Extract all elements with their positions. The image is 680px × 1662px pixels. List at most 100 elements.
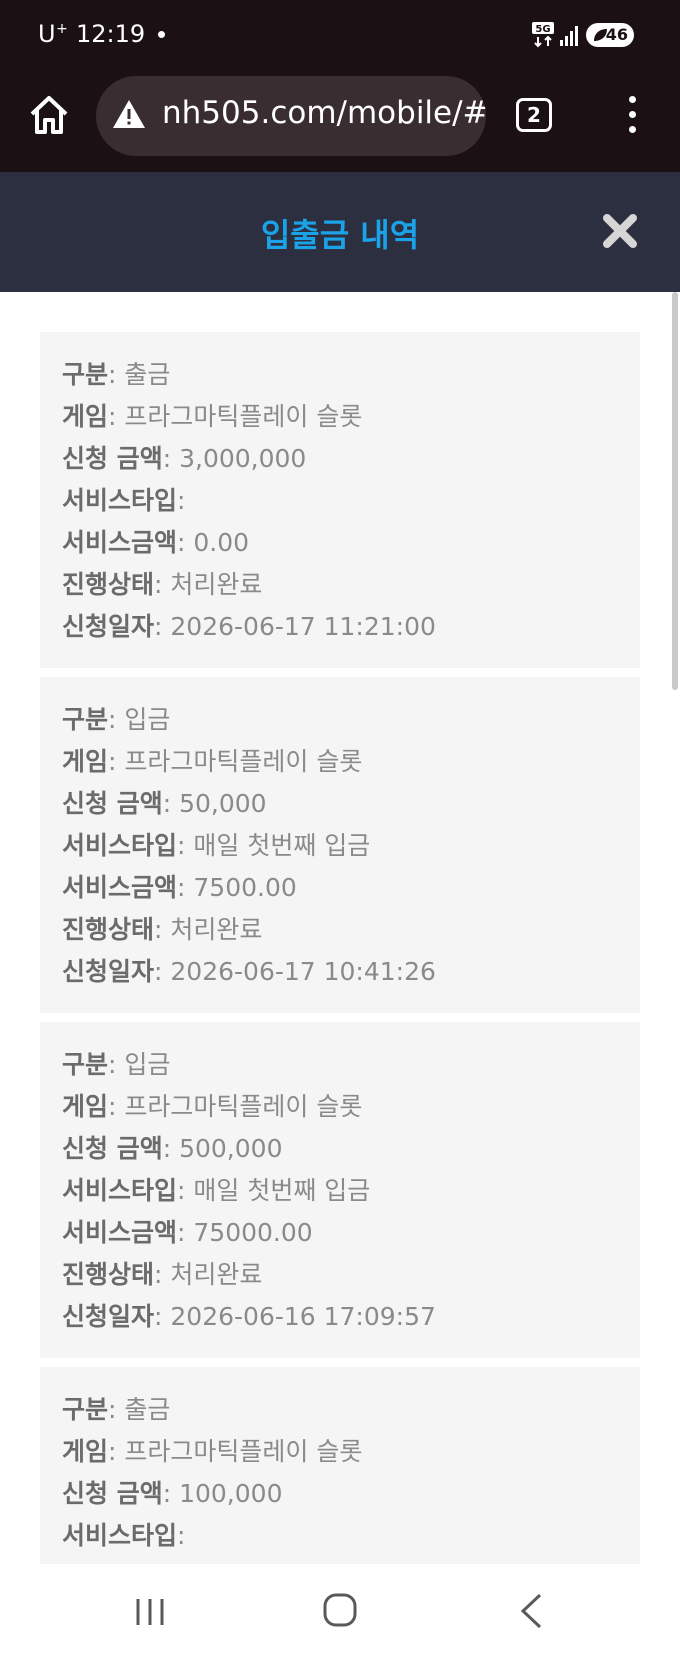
home-icon[interactable]: [26, 92, 72, 138]
transaction-card: 구분: 입금게임: 프라그마틱플레이 슬롯신청 금액: 50,000 서비스타입:…: [40, 677, 640, 1013]
field-label: 신청 금액: [62, 444, 163, 473]
field-value: 매일 첫번째 입금: [193, 1176, 371, 1205]
field-row-service-amount: 서비스금액: 0.00: [62, 522, 618, 564]
field-label: 진행상태: [62, 570, 155, 599]
field-row-service-type: 서비스타입:: [62, 480, 618, 522]
field-separator: :: [177, 831, 194, 860]
field-label: 신청 금액: [62, 1479, 163, 1508]
field-row-service-type: 서비스타입:: [62, 1515, 618, 1557]
field-value: 7500.00: [193, 873, 297, 902]
transaction-card: 구분: 출금 게임: 프라그마틱플레이 슬롯 신청 금액: 100,000 서비스타입…: [40, 1367, 640, 1564]
field-separator: :: [108, 360, 125, 389]
more-vertical-icon[interactable]: [620, 96, 644, 138]
field-label: 구분: [62, 705, 109, 734]
field-row-service-amount: 서비스금액: 75000.00: [62, 1212, 618, 1254]
field-label: 게임: [62, 747, 109, 776]
field-row-status: 진행상태: 처리완료: [62, 564, 618, 606]
field-separator: :: [162, 789, 180, 818]
field-separator: :: [177, 528, 194, 557]
home-nav-icon[interactable]: [322, 1592, 358, 1628]
field-separator: :: [162, 1479, 180, 1508]
field-separator: :: [154, 915, 171, 944]
field-separator: :: [154, 1260, 171, 1289]
field-label: 진행상태: [62, 1260, 155, 1289]
field-value: 2026-06-17 10:41:26: [170, 957, 436, 986]
field-value: 프라그마틱플레이 슬롯: [124, 1437, 363, 1466]
field-value: 입금: [124, 1050, 171, 1079]
field-value: 프라그마틱플레이 슬롯: [124, 747, 363, 776]
field-row-type: 구분: 입금: [62, 1044, 618, 1086]
field-row-date: 신청일자: 2026-06-16 17:09:57: [62, 1296, 618, 1338]
transaction-list-container[interactable]: 구분: 출금 게임: 프라그마틱플레이 슬롯 신청 금액: 3,000,000 서비스…: [0, 292, 670, 1564]
clock: 12:19: [76, 20, 146, 48]
address-bar[interactable]: nh505.com/mobile/#/: [96, 76, 486, 156]
field-label: 게임: [62, 1437, 109, 1466]
warning-icon[interactable]: [112, 98, 146, 130]
browser-toolbar: nh505.com/mobile/#/ 2: [0, 72, 680, 172]
field-value: 0.00: [193, 528, 250, 557]
field-label: 서비스타입: [62, 831, 178, 860]
scrollbar-thumb[interactable]: [672, 292, 678, 690]
field-label: 구분: [62, 1395, 109, 1424]
field-value: 75000.00: [193, 1218, 313, 1247]
field-separator: :: [177, 486, 186, 515]
field-row-type: 구분: 입금: [62, 699, 618, 741]
field-separator: :: [177, 873, 194, 902]
field-separator: :: [108, 1395, 125, 1424]
transaction-card: 구분: 출금 게임: 프라그마틱플레이 슬롯 신청 금액: 3,000,000 서비스…: [40, 332, 640, 668]
field-label: 서비스금액: [62, 873, 178, 902]
field-label: 게임: [62, 1092, 109, 1121]
field-value: 처리완료: [170, 570, 263, 599]
field-row-service-amount: 서비스금액: 7500.00: [62, 867, 618, 909]
field-label: 서비스금액: [62, 528, 178, 557]
field-row-status: 진행상태: 처리완료: [62, 909, 618, 951]
field-label: 서비스타입: [62, 486, 178, 515]
field-row-amount: 신청 금액: 100,000: [62, 1473, 618, 1515]
field-label: 진행상태: [62, 915, 155, 944]
back-icon[interactable]: [518, 1592, 544, 1630]
field-label: 서비스금액: [62, 1218, 178, 1247]
field-separator: :: [162, 1134, 180, 1163]
field-separator: :: [162, 444, 180, 473]
svg-text:5G: 5G: [535, 24, 550, 35]
field-row-amount: 신청 금액: 50,000: [62, 783, 618, 825]
field-row-amount: 신청 금액: 3,000,000: [62, 438, 618, 480]
url-text[interactable]: nh505.com/mobile/#/: [162, 95, 486, 131]
field-row-game: 게임: 프라그마틱플레이 슬롯: [62, 1431, 618, 1473]
field-row-type: 구분: 출금: [62, 354, 618, 396]
field-row-status: 진행상태: 처리완료: [62, 1254, 618, 1296]
field-label: 서비스타입: [62, 1521, 178, 1550]
tab-switcher-button[interactable]: 2: [516, 98, 552, 132]
field-separator: :: [177, 1218, 194, 1247]
field-label: 구분: [62, 1050, 109, 1079]
field-separator: :: [154, 570, 171, 599]
field-row-service-amount: 서비스금액:: [62, 1557, 618, 1564]
field-separator: :: [154, 1302, 171, 1331]
field-value: 출금: [124, 360, 171, 389]
field-value: 프라그마틱플레이 슬롯: [124, 1092, 363, 1121]
recent-apps-icon[interactable]: [132, 1596, 168, 1628]
transaction-list: 구분: 출금 게임: 프라그마틱플레이 슬롯 신청 금액: 3,000,000 서비스…: [40, 332, 640, 1564]
field-separator: :: [108, 1050, 125, 1079]
field-label: 신청일자: [62, 612, 155, 641]
field-separator: :: [108, 1092, 125, 1121]
field-row-type: 구분: 출금: [62, 1389, 618, 1431]
modal-header: 입출금 내역: [0, 172, 680, 292]
field-value: 2026-06-17 11:21:00: [170, 612, 436, 641]
field-row-date: 신청일자: 2026-06-17 10:41:26: [62, 951, 618, 993]
field-row-game: 게임: 프라그마틱플레이 슬롯: [62, 1086, 618, 1128]
transaction-card: 구분: 입금 게임: 프라그마틱플레이 슬롯 신청 금액: 500,000 서비스타입…: [40, 1022, 640, 1358]
system-navigation-bar: [0, 1564, 680, 1662]
field-row-game: 게임: 프라그마틱플레이 슬롯: [62, 396, 618, 438]
modal-title: 입출금 내역: [260, 216, 420, 254]
field-label: 게임: [62, 402, 109, 431]
carrier-name: U: [38, 20, 57, 48]
field-row-date: 신청일자: 2026-06-17 11:21:00: [62, 606, 618, 648]
carrier-plus: +: [56, 21, 69, 37]
network-5g-icon: 5G: [532, 22, 554, 48]
field-value: 처리완료: [170, 915, 263, 944]
close-icon[interactable]: [601, 212, 639, 250]
field-separator: :: [154, 612, 171, 641]
field-value: 출금: [124, 1395, 171, 1424]
field-value: 매일 첫번째 입금: [193, 831, 371, 860]
